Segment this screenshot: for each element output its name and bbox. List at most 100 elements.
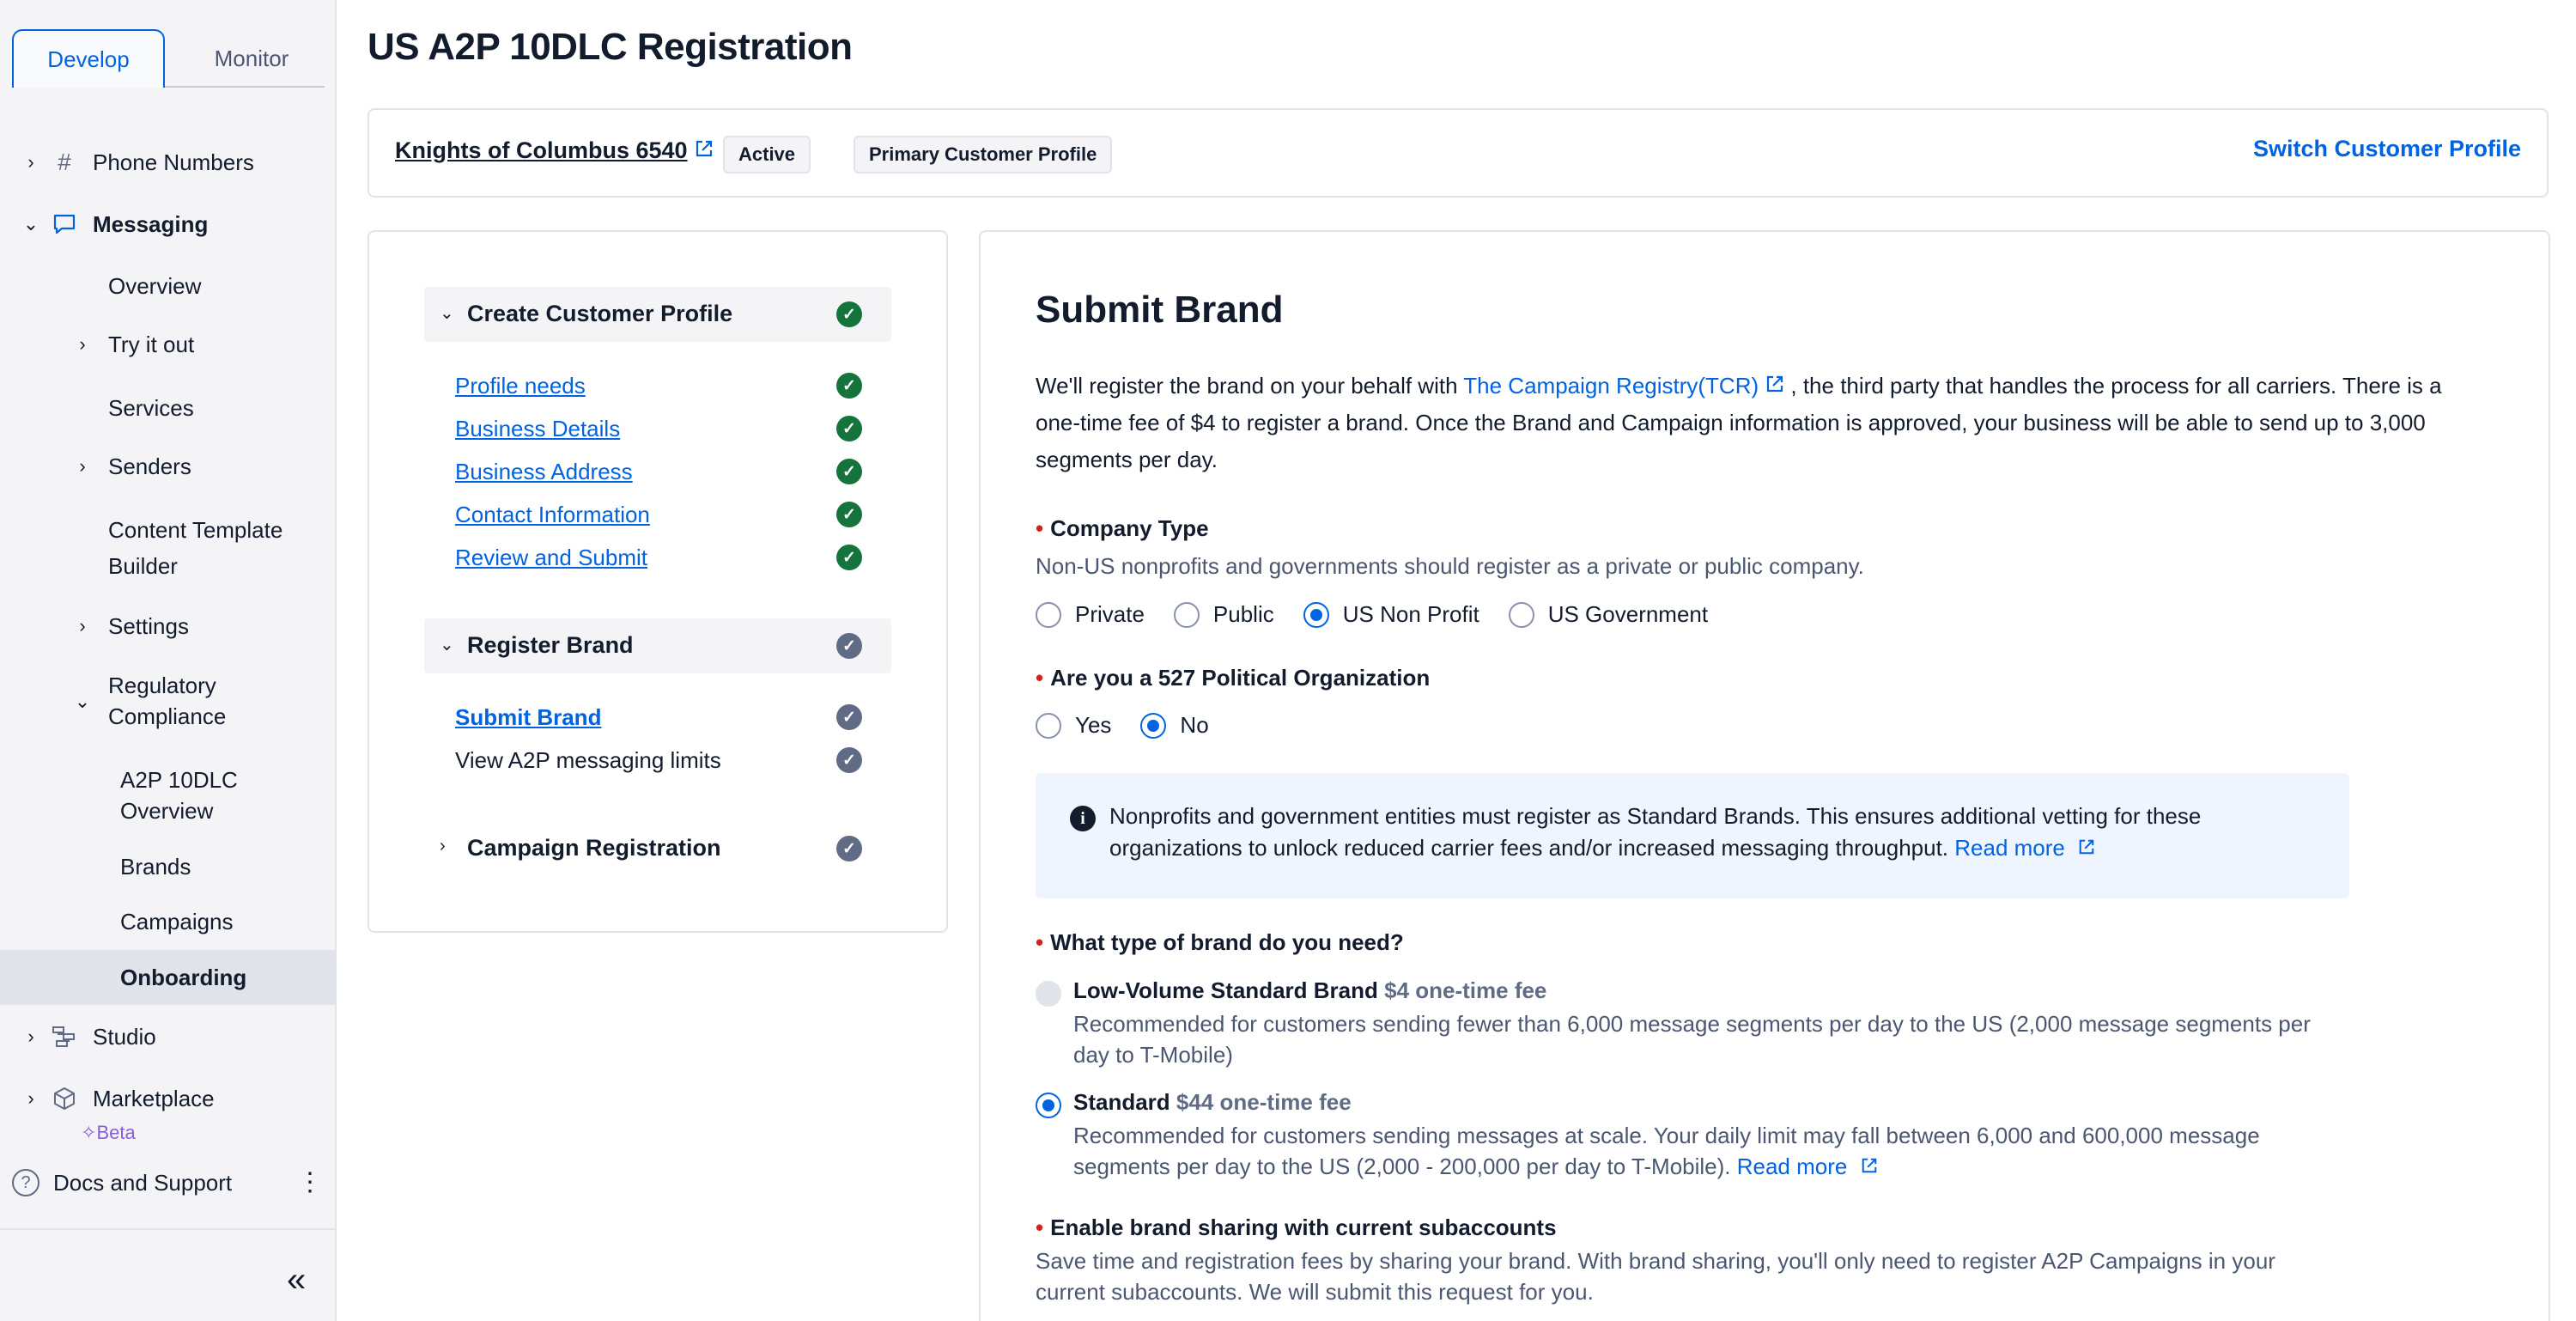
sidebar-item-phone-numbers[interactable]: › # Phone Numbers xyxy=(0,144,337,180)
sidebar-item-brands[interactable]: Brands xyxy=(0,849,337,885)
sidebar-item-try-it-out[interactable]: › Try it out xyxy=(0,326,337,362)
customer-profile-bar: Knights of Columbus 6540 Active Primary … xyxy=(368,108,2549,198)
radio-circle xyxy=(1508,601,1534,628)
check-complete-icon: ✓ xyxy=(836,545,862,570)
radio-circle-disabled xyxy=(1036,981,1061,1007)
external-link-icon xyxy=(1861,1151,1878,1182)
tab-monitor[interactable]: Monitor xyxy=(179,29,325,88)
sidebar-item-overview[interactable]: Overview xyxy=(0,268,337,304)
chevron-right-icon: › xyxy=(27,1087,34,1109)
sidebar-item-senders[interactable]: › Senders xyxy=(0,448,337,484)
sidebar-item-label: A2P 10DLC xyxy=(120,767,238,793)
submit-brand-form: Submit Brand We'll register the brand on… xyxy=(979,230,2550,1321)
step-contact-information[interactable]: Contact Information xyxy=(455,502,650,528)
check-pending-icon: ✓ xyxy=(836,633,862,659)
radio-us-government[interactable]: US Government xyxy=(1508,601,1708,628)
chevron-down-icon: ⌄ xyxy=(440,636,454,654)
step-profile-needs[interactable]: Profile needs xyxy=(455,373,586,399)
chevron-down-icon: ⌄ xyxy=(22,213,39,234)
sidebar-item-label: Phone Numbers xyxy=(93,149,254,175)
customer-profile-link[interactable]: Knights of Columbus 6540 xyxy=(395,137,714,164)
sidebar-item-services[interactable]: Services xyxy=(0,390,337,426)
chevron-right-icon: › xyxy=(79,333,86,355)
radio-yes[interactable]: Yes xyxy=(1036,712,1111,739)
radio-circle xyxy=(1036,712,1061,739)
external-link-icon xyxy=(1765,368,1784,405)
sidebar-item-label: Compliance xyxy=(108,703,227,729)
sidebar-tabs: Develop Monitor xyxy=(12,29,325,88)
intro-paragraph: We'll register the brand on your behalf … xyxy=(1036,368,2470,478)
check-pending-icon: ✓ xyxy=(836,836,862,861)
radio-circle xyxy=(1036,601,1061,628)
form-title: Submit Brand xyxy=(1036,289,1284,331)
check-complete-icon: ✓ xyxy=(836,301,862,327)
option-low-volume-standard-brand[interactable]: Low-Volume Standard Brand $4 one-time fe… xyxy=(1036,977,2375,1072)
radio-circle-selected xyxy=(1140,712,1167,739)
status-badge: Active xyxy=(723,136,811,173)
sidebar-item-content-template-builder[interactable]: Content Template Builder xyxy=(0,512,337,586)
page-title: US A2P 10DLC Registration xyxy=(368,26,853,68)
message-icon xyxy=(52,211,77,237)
sidebar-item-campaigns[interactable]: Campaigns xyxy=(0,904,337,940)
sidebar-item-label: Overview xyxy=(120,798,214,824)
sidebar-item-studio[interactable]: › Studio xyxy=(0,1019,337,1055)
radio-circle-selected xyxy=(1036,1093,1061,1118)
step-submit-brand[interactable]: Submit Brand xyxy=(455,704,601,731)
beta-badge: ✧Beta xyxy=(81,1122,136,1143)
sidebar-item-label: Builder xyxy=(108,553,178,579)
chevron-right-icon: › xyxy=(79,455,86,477)
sidebar-item-label: Marketplace xyxy=(93,1086,215,1111)
sidebar-item-label: Onboarding xyxy=(120,965,247,990)
more-options-icon[interactable]: ⋮ xyxy=(297,1165,323,1201)
check-complete-icon: ✓ xyxy=(836,502,862,527)
step-review-and-submit[interactable]: Review and Submit xyxy=(455,545,647,571)
profile-type-badge: Primary Customer Profile xyxy=(854,136,1113,173)
read-more-link[interactable]: Read more xyxy=(1737,1154,1848,1179)
step-group-create-customer-profile[interactable]: ⌄ Create Customer Profile ✓ xyxy=(424,287,891,342)
info-icon: i xyxy=(1070,806,1096,831)
political-org-radio-group: Yes No xyxy=(1036,712,1238,739)
radio-private[interactable]: Private xyxy=(1036,601,1145,628)
company-type-help: Non-US nonprofits and governments should… xyxy=(1036,553,1864,579)
sidebar: Develop Monitor › # Phone Numbers ⌄ Mess… xyxy=(0,0,337,1321)
docs-label: Docs and Support xyxy=(53,1170,233,1196)
sidebar-item-settings[interactable]: › Settings xyxy=(0,608,337,644)
step-view-a2p-messaging-limits: View A2P messaging limits xyxy=(455,747,721,773)
switch-customer-profile-link[interactable]: Switch Customer Profile xyxy=(2253,136,2521,162)
step-business-details[interactable]: Business Details xyxy=(455,416,620,442)
check-complete-icon: ✓ xyxy=(836,459,862,484)
radio-public[interactable]: Public xyxy=(1173,601,1274,628)
read-more-link[interactable]: Read more xyxy=(1954,835,2065,861)
registration-steps-card: ⌄ Create Customer Profile ✓ Profile need… xyxy=(368,230,948,933)
sidebar-divider xyxy=(0,1228,337,1230)
step-group-register-brand[interactable]: ⌄ Register Brand ✓ xyxy=(424,618,891,673)
tcr-link[interactable]: The Campaign Registry(TCR) xyxy=(1463,373,1759,399)
step-group-campaign-registration[interactable]: › Campaign Registration ✓ xyxy=(424,821,891,876)
company-type-radio-group: Private Public US Non Profit US Governme… xyxy=(1036,601,1737,628)
info-callout: i Nonprofits and government entities mus… xyxy=(1036,773,2349,898)
option-standard-brand[interactable]: Standard $44 one-time fee Recommended fo… xyxy=(1036,1089,2375,1184)
check-pending-icon: ✓ xyxy=(836,704,862,730)
sidebar-item-a2p-overview[interactable]: A2P 10DLC Overview xyxy=(0,764,337,826)
docs-and-support[interactable]: ? Docs and Support ⋮ xyxy=(0,1161,337,1204)
brand-sharing-label: • Enable brand sharing with current subac… xyxy=(1036,1214,1557,1240)
radio-no[interactable]: No xyxy=(1140,712,1209,739)
sidebar-item-regulatory-compliance[interactable]: ⌄ Regulatory Compliance xyxy=(0,670,337,735)
external-link-icon xyxy=(695,137,714,164)
radio-circle-selected xyxy=(1303,601,1329,628)
tab-develop[interactable]: Develop xyxy=(12,29,165,88)
sidebar-item-marketplace[interactable]: › Marketplace xyxy=(0,1081,337,1117)
main-content: US A2P 10DLC Registration Knights of Col… xyxy=(337,0,2576,1321)
step-business-address[interactable]: Business Address xyxy=(455,459,633,485)
radio-circle xyxy=(1173,601,1200,628)
radio-us-non-profit[interactable]: US Non Profit xyxy=(1303,601,1479,628)
sidebar-item-label: Try it out xyxy=(108,332,195,357)
sidebar-item-messaging[interactable]: ⌄ Messaging xyxy=(0,206,337,242)
company-type-label: • Company Type xyxy=(1036,515,1209,541)
sidebar-item-onboarding[interactable]: Onboarding xyxy=(0,950,337,1005)
chevron-right-icon: › xyxy=(79,615,86,636)
check-complete-icon: ✓ xyxy=(836,416,862,441)
collapse-sidebar-icon[interactable]: « xyxy=(287,1261,306,1300)
studio-flow-icon xyxy=(52,1024,77,1050)
chevron-down-icon: ⌄ xyxy=(440,304,454,323)
